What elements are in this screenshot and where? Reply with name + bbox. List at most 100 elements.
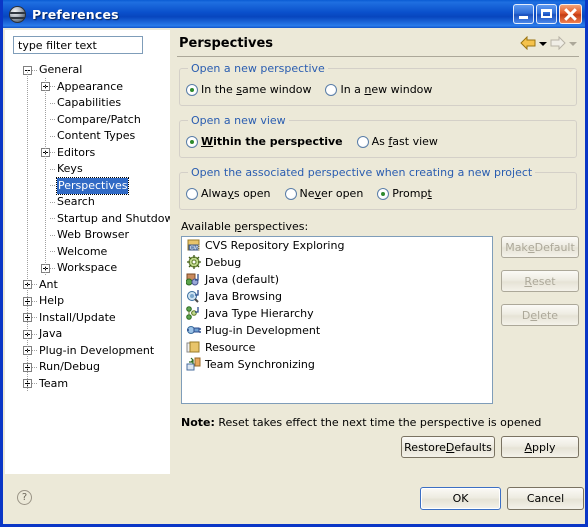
list-item[interactable]: Plug-in Development xyxy=(182,322,492,339)
label-mnemonic: t xyxy=(427,187,432,200)
radio-prompt[interactable] xyxy=(377,187,390,200)
delete-button[interactable]: De lete xyxy=(501,304,579,326)
tree-item-welcome[interactable]: Welcome xyxy=(5,244,170,261)
tree-item-web-browser[interactable]: Web Browser xyxy=(5,227,170,244)
radio-in-a-new-window[interactable] xyxy=(325,83,338,96)
cvs-repository-icon: CVS xyxy=(186,238,202,253)
group-legend: Open a new view xyxy=(188,114,289,127)
team-synchronizing-icon xyxy=(186,357,202,372)
make-default-button[interactable]: Mak e Default xyxy=(501,236,579,258)
help-icon[interactable]: ? xyxy=(17,490,32,505)
preference-page-pane: Perspectives Open a new perspective In t… xyxy=(173,30,583,474)
radio-label[interactable]: In a new window xyxy=(340,83,432,96)
java-browsing-icon xyxy=(186,289,202,304)
label-post: ast view xyxy=(392,135,438,148)
label-mnemonic: e xyxy=(530,308,538,322)
radio-as-fast-view[interactable] xyxy=(356,135,369,148)
tree-item-label: Capabilities xyxy=(57,96,122,110)
tree-item-workspace[interactable]: Workspace xyxy=(5,260,170,277)
tree-connector xyxy=(32,300,37,302)
tree-item-capabilities[interactable]: Capabilities xyxy=(5,95,170,112)
list-item-label: Java Type Hierarchy xyxy=(205,307,314,320)
tree-item-startup-and-shutdown[interactable]: Startup and Shutdown xyxy=(5,211,170,228)
tree-connector xyxy=(50,267,55,269)
title-separator xyxy=(177,56,579,57)
list-item[interactable]: Debug xyxy=(182,254,492,271)
radio-group-open-new-perspective[interactable]: In the same window In a new window xyxy=(180,83,576,96)
label-pre: In a xyxy=(340,83,365,96)
list-item[interactable]: Java (default) xyxy=(182,271,492,288)
ok-button[interactable]: OK xyxy=(420,487,501,510)
tree-connector xyxy=(50,135,55,137)
radio-always-open[interactable] xyxy=(186,187,198,200)
window-buttons xyxy=(513,4,582,24)
radio-label[interactable]: Always open xyxy=(201,187,271,200)
list-item[interactable]: Team Synchronizing xyxy=(182,356,492,373)
radio-never-open[interactable] xyxy=(284,187,297,200)
list-item[interactable]: Java Browsing xyxy=(182,288,492,305)
group-open-new-view: Open a new view Within the perspective As… xyxy=(179,114,577,158)
maximize-button[interactable] xyxy=(536,4,557,24)
label-mnemonic: W xyxy=(201,135,214,148)
radio-label[interactable]: Within the perspective xyxy=(201,135,343,148)
tree-item-appearance[interactable]: Appearance xyxy=(5,79,170,96)
label-post: efaults xyxy=(454,440,492,454)
page-navigation xyxy=(520,35,577,51)
back-dropdown-caret-icon[interactable] xyxy=(539,42,547,46)
tree-item-perspectives[interactable]: Perspectives xyxy=(5,176,170,195)
tree-connector xyxy=(50,251,55,253)
tree-item-label: Appearance xyxy=(57,79,124,93)
label-pre: Promp xyxy=(392,187,428,200)
tree-item-ant[interactable]: Ant xyxy=(5,277,170,294)
tree-item-label: Perspectives xyxy=(55,176,130,195)
minimize-button[interactable] xyxy=(513,4,534,24)
java-type-hierarchy-icon xyxy=(186,306,202,321)
tree-item-java[interactable]: Java xyxy=(5,326,170,343)
tree-item-editors[interactable]: Editors xyxy=(5,145,170,162)
tree-item-label: General xyxy=(39,63,83,77)
radio-label[interactable]: Prompt xyxy=(392,187,431,200)
note-label: Note: xyxy=(181,416,215,429)
tree-item-install-update[interactable]: Install/Update xyxy=(5,310,170,327)
reset-button[interactable]: Reset xyxy=(501,270,579,292)
tree-connector xyxy=(50,86,55,88)
tree-item-general[interactable]: General xyxy=(5,62,170,79)
restore-defaults-button[interactable]: Restore Defaults xyxy=(401,436,495,458)
list-item[interactable]: CVS CVS Repository Exploring xyxy=(182,237,492,254)
apply-button[interactable]: Apply xyxy=(501,436,579,458)
tree-item-label: Team xyxy=(39,376,69,390)
note-body: Reset takes effect the next time the per… xyxy=(218,416,542,429)
radio-label[interactable]: In the same window xyxy=(201,83,311,96)
radio-within-the-perspective[interactable] xyxy=(186,135,198,148)
tree-item-label: Welcome xyxy=(57,244,108,258)
radio-in-the-same-window[interactable] xyxy=(186,83,198,96)
radio-group-associated-perspective[interactable]: Always open Never open Prompt xyxy=(180,187,576,200)
list-item-label: Java Browsing xyxy=(205,290,283,303)
available-perspectives-list[interactable]: CVS CVS Repository Exploring Debug Java (de… xyxy=(181,236,493,404)
tree-item-content-types[interactable]: Content Types xyxy=(5,128,170,145)
back-arrow-icon[interactable] xyxy=(520,35,536,51)
tree-connector xyxy=(50,185,55,187)
preference-tree[interactable]: General Appearance Capabilities Compare/Pat… xyxy=(5,62,170,474)
group-legend: Open the associated perspective when cre… xyxy=(188,166,536,179)
tree-item-keys[interactable]: Keys xyxy=(5,161,170,178)
radio-label[interactable]: As fast view xyxy=(372,135,438,148)
list-item[interactable]: Java Type Hierarchy xyxy=(182,305,492,322)
radio-group-open-new-view[interactable]: Within the perspective As fast view xyxy=(180,135,576,148)
tree-item-label: Plug-in Development xyxy=(39,343,155,357)
label-post: ame window xyxy=(242,83,312,96)
radio-label[interactable]: Never open xyxy=(300,187,364,200)
tree-item-run-debug[interactable]: Run/Debug xyxy=(5,359,170,376)
filter-input[interactable]: type filter text xyxy=(13,36,143,54)
close-button[interactable] xyxy=(559,4,582,24)
cancel-button[interactable]: Cancel xyxy=(507,487,584,510)
label-post: eset xyxy=(532,274,556,288)
tree-item-team[interactable]: Team xyxy=(5,376,170,393)
list-item[interactable]: Resource xyxy=(182,339,492,356)
tree-item-plug-in-development[interactable]: Plug-in Development xyxy=(5,343,170,360)
tree-item-search[interactable]: Search xyxy=(5,194,170,211)
tree-item-compare-patch[interactable]: Compare/Patch xyxy=(5,112,170,129)
tree-item-label: Ant xyxy=(39,277,58,291)
tree-item-help[interactable]: Help xyxy=(5,293,170,310)
group-associated-perspective: Open the associated perspective when cre… xyxy=(179,166,577,210)
